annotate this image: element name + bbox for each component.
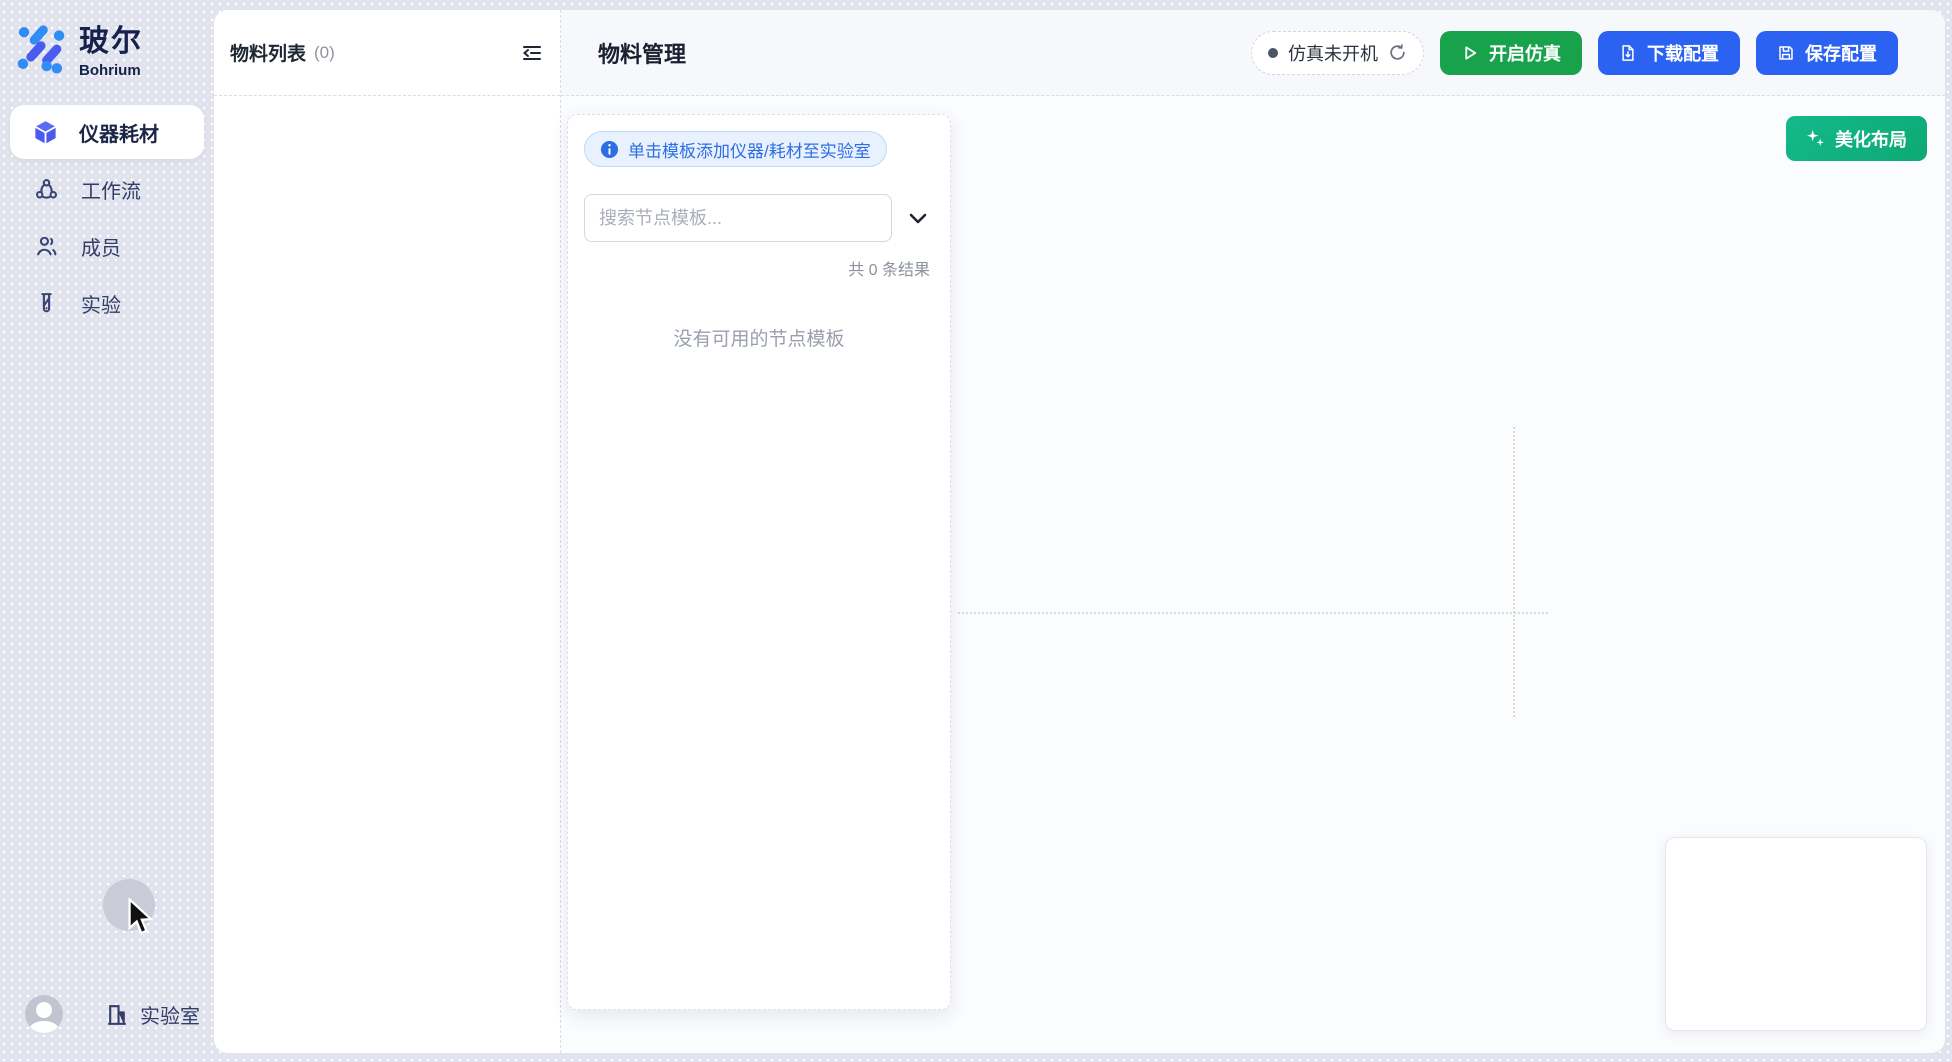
template-tip-text: 单击模板添加仪器/耗材至实验室 bbox=[628, 137, 871, 162]
save-config-button[interactable]: 保存配置 bbox=[1756, 31, 1898, 75]
download-config-label: 下载配置 bbox=[1647, 40, 1719, 66]
sidebar-item-instruments[interactable]: 仪器耗材 bbox=[10, 105, 204, 159]
download-file-icon bbox=[1619, 44, 1637, 62]
sidebar-item-label: 工作流 bbox=[81, 175, 141, 204]
sidebar-item-label: 仪器耗材 bbox=[79, 118, 159, 147]
materials-list-title: 物料列表 bbox=[230, 39, 306, 66]
main-region: 物料管理 仿真未开机 开启仿真 bbox=[561, 10, 1945, 1053]
materials-panel-header: 物料列表 (0) bbox=[214, 10, 560, 96]
start-simulation-label: 开启仿真 bbox=[1489, 40, 1561, 66]
collapse-panel-icon[interactable] bbox=[520, 41, 544, 65]
lab-label: 实验室 bbox=[140, 1000, 200, 1029]
status-label: 仿真未开机 bbox=[1288, 40, 1378, 66]
status-dot-icon bbox=[1268, 48, 1278, 58]
expand-filters-button[interactable] bbox=[906, 206, 930, 230]
cube-icon bbox=[32, 119, 59, 146]
save-icon bbox=[1777, 44, 1795, 62]
workflow-icon bbox=[34, 177, 59, 202]
members-icon bbox=[34, 234, 59, 259]
start-simulation-button[interactable]: 开启仿真 bbox=[1440, 31, 1582, 75]
sidebar-item-members[interactable]: 成员 bbox=[10, 223, 204, 269]
building-icon bbox=[105, 1002, 130, 1027]
sparkles-icon bbox=[1806, 129, 1825, 148]
mouse-cursor bbox=[126, 898, 156, 938]
canvas-guide-vertical bbox=[1513, 427, 1515, 717]
save-config-label: 保存配置 bbox=[1805, 40, 1877, 66]
page-header: 物料管理 仿真未开机 开启仿真 bbox=[561, 10, 1945, 96]
test-tube-icon bbox=[34, 291, 59, 316]
materials-count: (0) bbox=[314, 43, 335, 63]
minimap-panel[interactable] bbox=[1665, 837, 1927, 1031]
brand-logo[interactable]: 玻尔 Bohrium bbox=[15, 16, 143, 79]
brand-text: 玻尔 Bohrium bbox=[79, 16, 143, 79]
canvas-guide-horizontal bbox=[958, 612, 1548, 614]
chevron-down-icon bbox=[906, 206, 930, 230]
simulation-status-pill[interactable]: 仿真未开机 bbox=[1251, 31, 1424, 75]
workspace-canvas[interactable]: 美化布局 单击模板添加仪器/耗材至实验室 bbox=[561, 96, 1945, 1053]
brand-name-en: Bohrium bbox=[79, 62, 143, 79]
template-search-row bbox=[584, 194, 934, 242]
sidebar-item-label: 成员 bbox=[81, 232, 121, 261]
node-template-panel: 单击模板添加仪器/耗材至实验室 共 0 条结果 没有可用的节点模板 bbox=[567, 114, 951, 1010]
empty-templates-message: 没有可用的节点模板 bbox=[584, 324, 934, 351]
sidebar-item-workflow[interactable]: 工作流 bbox=[10, 166, 204, 212]
page-title: 物料管理 bbox=[598, 37, 686, 69]
sidebar: 玻尔 Bohrium 仪器耗材 工作流 bbox=[0, 0, 214, 1062]
play-icon bbox=[1461, 44, 1479, 62]
sidebar-item-label: 实验 bbox=[81, 289, 121, 318]
download-config-button[interactable]: 下载配置 bbox=[1598, 31, 1740, 75]
info-icon bbox=[600, 140, 619, 159]
header-actions: 仿真未开机 开启仿真 bbox=[1251, 31, 1898, 75]
user-avatar[interactable] bbox=[25, 995, 63, 1033]
sidebar-nav: 仪器耗材 工作流 成员 bbox=[10, 105, 204, 337]
template-tip-banner[interactable]: 单击模板添加仪器/耗材至实验室 bbox=[584, 131, 887, 167]
sidebar-item-experiments[interactable]: 实验 bbox=[10, 280, 204, 326]
beautify-layout-button[interactable]: 美化布局 bbox=[1786, 116, 1927, 161]
materials-panel: 物料列表 (0) bbox=[214, 10, 561, 1053]
lab-switcher[interactable]: 实验室 bbox=[105, 1000, 200, 1029]
results-count: 共 0 条结果 bbox=[584, 256, 934, 280]
refresh-icon[interactable] bbox=[1388, 43, 1407, 62]
beautify-layout-label: 美化布局 bbox=[1835, 126, 1907, 152]
sidebar-footer: 实验室 bbox=[25, 995, 200, 1033]
content-shell: 物料列表 (0) 物料管理 仿真未开机 bbox=[214, 10, 1945, 1053]
app-root: { "brand": { "name_cn": "玻尔", "name_en":… bbox=[0, 0, 1952, 1062]
template-search-input[interactable] bbox=[584, 194, 892, 242]
brand-name-cn: 玻尔 bbox=[79, 16, 143, 60]
bohrium-logo-icon bbox=[15, 22, 67, 74]
